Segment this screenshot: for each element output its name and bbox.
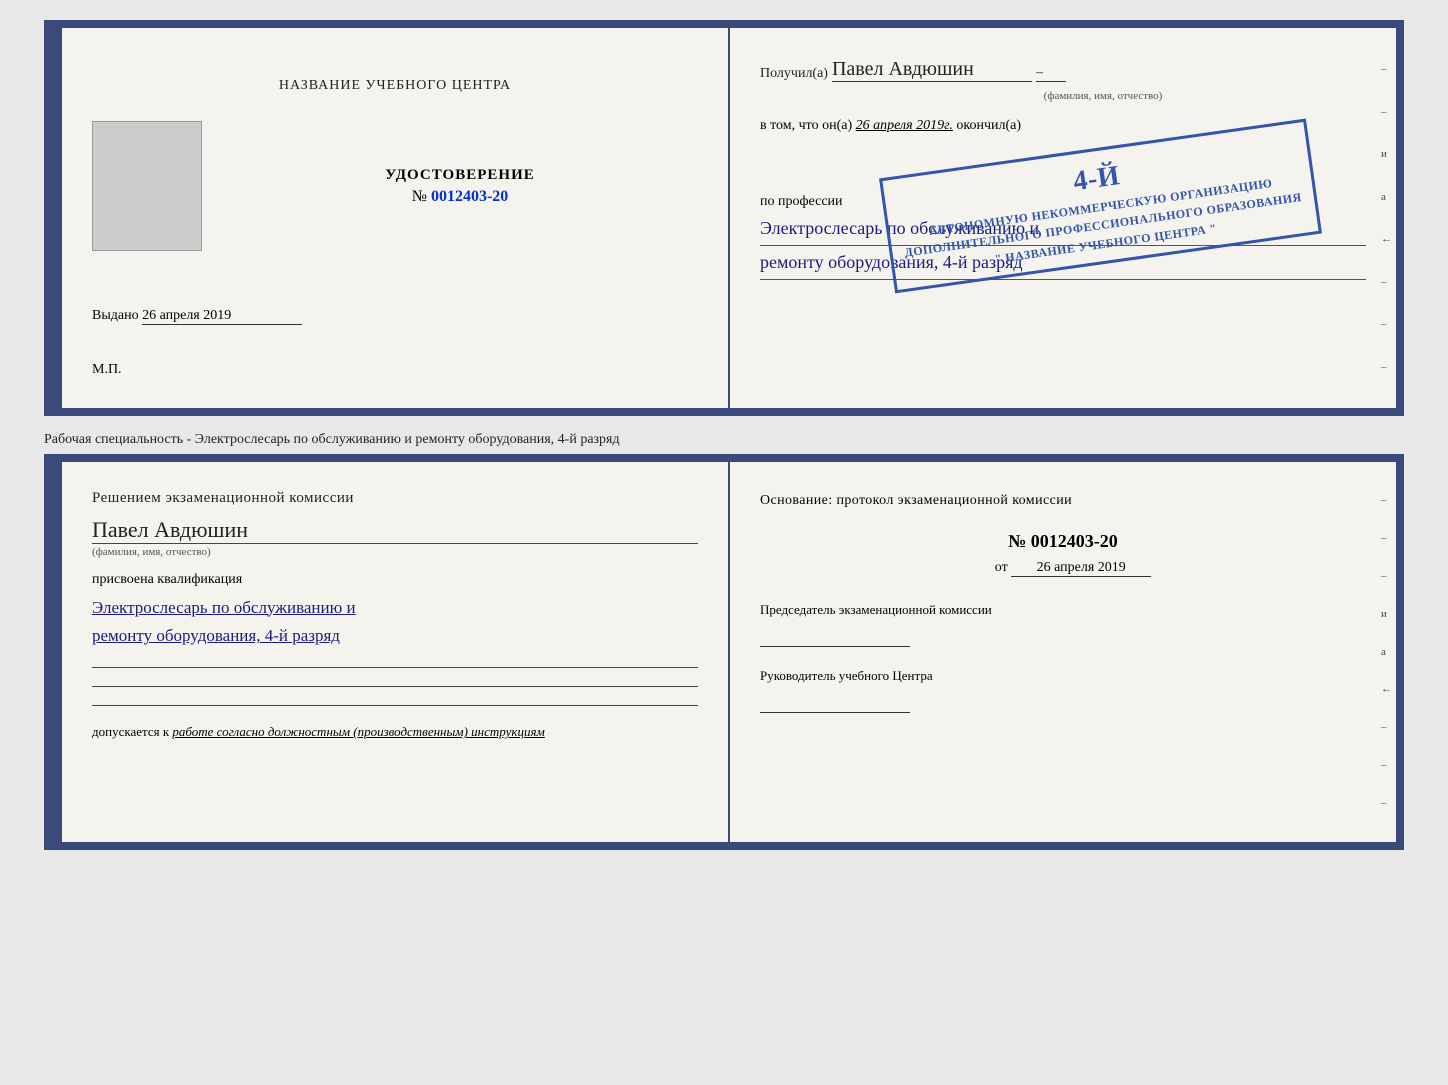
qual-line2: ремонту оборудования, 4-й разряд <box>92 622 698 651</box>
name-caption-bottom: (фамилия, имя, отчество) <box>92 546 698 558</box>
booklet-spine <box>52 28 62 408</box>
blank-line-2 <box>92 686 698 687</box>
separator-label: Рабочая специальность - Электрослесарь п… <box>44 424 1404 454</box>
protocol-date: от 26 апреля 2019 <box>780 560 1366 577</box>
bottom-left-page: Решением экзаменационной комиссии Павел … <box>62 462 730 842</box>
top-left-page: НАЗВАНИЕ УЧЕБНОГО ЦЕНТРА УДОСТОВЕРЕНИЕ №… <box>62 28 730 408</box>
right-edge-marks: – – и а ← – – – <box>1381 28 1392 408</box>
photo-placeholder <box>92 121 202 251</box>
profession-line2: ремонту оборудования, 4-й разряд <box>760 248 1366 280</box>
qual-line1: Электрослесарь по обслуживанию и <box>92 594 698 623</box>
profession-block: по профессии Электрослесарь по обслужива… <box>760 194 1366 280</box>
name-caption-top: (фамилия, имя, отчество) <box>840 90 1366 102</box>
blank-lines <box>92 667 698 706</box>
top-right-page: Получил(а) Павел Авдюшин – (фамилия, имя… <box>730 28 1396 408</box>
mp-label: М.П. <box>92 362 122 378</box>
person-name-bottom: Павел Авдюшин <box>92 517 698 544</box>
center-title: НАЗВАНИЕ УЧЕБНОГО ЦЕНТРА <box>279 78 511 94</box>
issued-date: 26 апреля 2019 <box>142 308 302 325</box>
допускается-text: работе согласно должностным (производств… <box>172 724 544 739</box>
bottom-booklet: Решением экзаменационной комиссии Павел … <box>44 454 1404 850</box>
person-name-top: Павел Авдюшин <box>832 58 1032 82</box>
cert-number: № 0012403-20 <box>412 188 509 205</box>
udost-label: УДОСТОВЕРЕНИЕ <box>222 167 698 184</box>
допускается-line: допускается к работе согласно должностны… <box>92 722 698 742</box>
vtom-date: 26 апреля 2019г. <box>856 118 953 133</box>
assigned-qual-label: присвоена квалификация <box>92 572 698 588</box>
chairman-signature <box>760 627 910 647</box>
head-title: Руководитель учебного Центра <box>760 667 1366 685</box>
head-block: Руководитель учебного Центра <box>760 667 1366 713</box>
profession-label: по профессии <box>760 194 1366 210</box>
blank-line-1 <box>92 667 698 668</box>
profession-line1: Электрослесарь по обслуживанию и <box>760 214 1366 246</box>
cert-number-value: 0012403-20 <box>431 188 508 205</box>
certificate-info: УДОСТОВЕРЕНИЕ № 0012403-20 <box>222 167 698 206</box>
bottom-booklet-spine <box>52 462 62 842</box>
right-header: Получил(а) Павел Авдюшин – <box>760 58 1366 82</box>
date-value: 26 апреля 2019 <box>1011 560 1151 577</box>
head-signature <box>760 693 910 713</box>
osnov-title: Основание: протокол экзаменационной коми… <box>760 490 1366 511</box>
bottom-right-page: Основание: протокол экзаменационной коми… <box>730 462 1396 842</box>
exam-commission-title: Решением экзаменационной комиссии <box>92 490 698 507</box>
chairman-title: Председатель экзаменационной комиссии <box>760 601 1366 619</box>
left-middle: УДОСТОВЕРЕНИЕ № 0012403-20 <box>92 121 698 251</box>
blank-line-3 <box>92 705 698 706</box>
chairman-block: Председатель экзаменационной комиссии <box>760 601 1366 647</box>
issued-line: Выдано 26 апреля 2019 <box>92 308 698 325</box>
top-booklet: НАЗВАНИЕ УЧЕБНОГО ЦЕНТРА УДОСТОВЕРЕНИЕ №… <box>44 20 1404 416</box>
vtom-line: в том, что он(а) 26 апреля 2019г. окончи… <box>760 118 1366 134</box>
protocol-number: № 0012403-20 <box>760 531 1366 552</box>
right-edge-marks-2: – – – и а ← – – – <box>1381 462 1392 842</box>
